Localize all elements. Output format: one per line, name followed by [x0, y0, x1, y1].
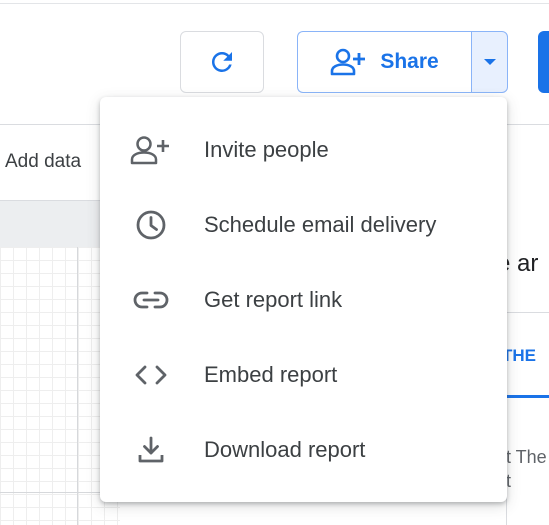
menu-item-invite-people[interactable]: Invite people: [100, 113, 507, 187]
menu-item-label: Schedule email delivery: [204, 212, 437, 237]
schedule-clock-icon: [128, 209, 174, 241]
menu-item-label: Invite people: [204, 137, 329, 162]
menu-item-label: Download report: [204, 437, 366, 462]
refresh-icon: [207, 47, 237, 77]
refresh-data-button[interactable]: [180, 31, 264, 93]
share-menu: Invite people Schedule email delivery Ge…: [100, 97, 507, 502]
menu-item-get-report-link[interactable]: Get report link: [100, 263, 507, 337]
properties-panel-text: t The: [506, 447, 547, 467]
menu-item-embed-report[interactable]: Embed report: [100, 338, 507, 412]
share-split-button: Share: [297, 31, 508, 93]
menu-item-label: Get report link: [204, 287, 343, 312]
properties-panel-tab-theme[interactable]: THE: [502, 346, 536, 366]
menu-item-download-report[interactable]: Download report: [100, 413, 507, 487]
edit-button[interactable]: [538, 31, 549, 93]
add-data-button[interactable]: Add data: [5, 151, 81, 173]
canvas-guide-vertical: [77, 247, 78, 525]
share-button[interactable]: Share: [297, 31, 471, 93]
report-editor: Add data e ar THE t The t Share Invite p…: [0, 0, 549, 525]
share-options-dropdown[interactable]: [471, 31, 508, 93]
menu-item-schedule-email-delivery[interactable]: Schedule email delivery: [100, 188, 507, 262]
top-divider: [0, 3, 549, 4]
arrow-drop-down-icon: [483, 58, 497, 66]
person-add-icon: [330, 47, 366, 77]
download-icon: [128, 435, 174, 465]
share-button-label: Share: [380, 50, 439, 73]
person-add-icon: [128, 134, 174, 166]
link-icon: [128, 290, 174, 310]
menu-item-label: Embed report: [204, 362, 338, 387]
code-icon: [128, 364, 174, 386]
